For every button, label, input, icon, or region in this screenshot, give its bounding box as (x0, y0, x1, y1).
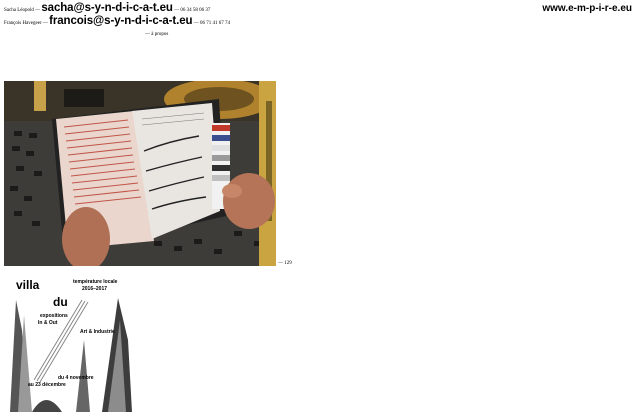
photo-counter: — 129 (278, 261, 292, 266)
poster-date-start: du 4 novembre (58, 375, 94, 381)
project-poster-villa[interactable]: villa du température locale 2016–2017 ex… (4, 270, 134, 412)
contact-phone: — 06 71 41 67 74 (193, 21, 230, 26)
poster-art-industrie: Art & Industrie (80, 329, 115, 335)
poster-expo-title: In & Out (38, 320, 58, 326)
about-link[interactable]: — à propos (145, 32, 168, 37)
contact-name: François Havegeer (4, 21, 42, 26)
contact-name: Sacha Léopold (4, 8, 34, 13)
book-photo-image (4, 81, 276, 266)
contact-row-francois: François Havegeer — francois@s-y-n-d-i-c… (4, 15, 230, 30)
contact-separator: — (35, 8, 41, 13)
poster-expo-label: expositions (40, 313, 68, 319)
contact-separator: — (42, 21, 48, 26)
poster-years: 2016–2017 (82, 286, 108, 292)
site-brand-link[interactable]: www.e-m-p-i-r-e.eu (542, 3, 632, 14)
email-link-sacha[interactable]: sacha@s-y-n-d-i-c-a-t.eu (41, 2, 173, 14)
poster-date-end: au 23 décembre (28, 382, 66, 388)
poster-temp-title: température locale (73, 279, 118, 285)
project-photo-book[interactable] (4, 81, 276, 266)
poster-title-du: du (53, 295, 68, 309)
email-link-francois[interactable]: francois@s-y-n-d-i-c-a-t.eu (49, 15, 192, 27)
contact-phone: — 06 34 58 06 37 (174, 8, 211, 13)
poster-title-villa: villa (16, 278, 40, 292)
